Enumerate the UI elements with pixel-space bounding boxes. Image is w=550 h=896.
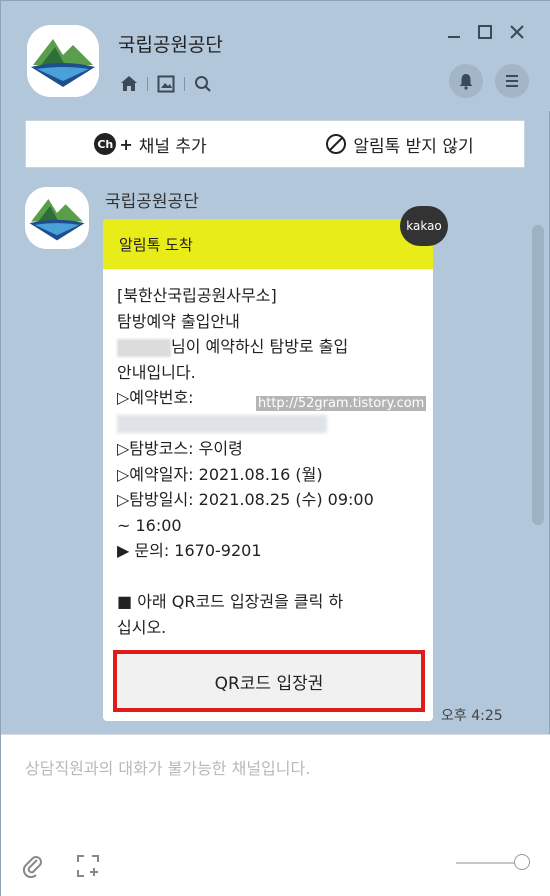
notification-bell-icon[interactable] — [449, 64, 483, 98]
channel-action-bar: Ch + 채널 추가 알림톡 받지 않기 — [25, 120, 525, 168]
message-line: ▶ 문의: 1670-9201 — [117, 541, 262, 560]
alert-message-bubble: 알림톡 도착 [북한산국립공원사무소] 탐방예약 출입안내 님이 예약하신 탐방… — [103, 219, 433, 721]
capture-icon[interactable] — [74, 852, 102, 880]
message-time: 오후 4:25 — [441, 708, 503, 724]
plus-icon: + — [119, 134, 133, 154]
block-alerts-label: 알림톡 받지 않기 — [353, 136, 474, 157]
menu-icon[interactable] — [495, 64, 529, 98]
message-line: ▷탐방일시: 2021.08.25 (수) 09:00 — [117, 490, 374, 509]
message-body: [북한산국립공원사무소] 탐방예약 출입안내 님이 예약하신 탐방로 출입 안내… — [103, 269, 433, 640]
kakao-badge: kakao — [400, 206, 448, 246]
message-line: [북한산국립공원사무소] — [117, 286, 277, 305]
redacted-reservation-number — [117, 415, 327, 433]
chat-scrollbar[interactable] — [532, 225, 544, 525]
message-line: 님이 예약하신 탐방로 출입 — [117, 334, 419, 360]
channel-icon: Ch — [94, 133, 117, 155]
add-channel-button[interactable]: Ch + 채널 추가 — [26, 132, 275, 157]
chat-window: 국립공원공단 Ch + 채널 추가 알림톡 받지 않기 국립공원공단 알림톡 도… — [0, 0, 550, 896]
close-icon[interactable] — [504, 19, 530, 45]
add-channel-label: 채널 추가 — [138, 136, 207, 157]
redacted-name — [117, 338, 171, 357]
channel-avatar[interactable] — [27, 25, 99, 97]
search-icon[interactable] — [188, 69, 218, 99]
input-area: 상담직원과의 대화가 불가능한 채널입니다. — [1, 734, 550, 896]
sender-avatar[interactable] — [25, 187, 89, 249]
chat-header: 국립공원공단 — [1, 1, 550, 111]
message-line: ▷탐방코스: 우이령 — [117, 439, 243, 458]
message-line: 탐방예약 출입안내 — [117, 311, 240, 331]
channel-title: 국립공원공단 — [118, 34, 223, 56]
block-icon — [326, 134, 347, 154]
minimize-icon[interactable] — [441, 19, 467, 45]
message-line: ~ 16:00 — [117, 515, 182, 535]
photo-album-icon[interactable] — [151, 69, 181, 99]
knps-logo-icon — [27, 25, 99, 97]
knps-logo-icon — [26, 187, 88, 249]
toolbar-divider — [147, 77, 148, 91]
header-toolbar — [114, 67, 218, 101]
message-line — [117, 411, 419, 437]
message-line: ■ 아래 QR코드 입장권을 클릭 하 — [117, 592, 344, 611]
opacity-slider-handle[interactable] — [514, 854, 530, 870]
qr-ticket-button[interactable]: QR코드 입장권 — [113, 650, 425, 712]
message-line: 십시오. — [117, 617, 167, 637]
home-icon[interactable] — [114, 69, 144, 99]
watermark: http://52gram.tistory.com — [256, 396, 427, 411]
chat-disabled-notice: 상담직원과의 대화가 불가능한 채널입니다. — [25, 759, 311, 778]
attachment-icon[interactable] — [19, 852, 47, 880]
maximize-icon[interactable] — [472, 19, 498, 45]
message-line: ▷예약일자: 2021.08.16 (월) — [117, 464, 323, 484]
sender-name: 국립공원공단 — [105, 192, 199, 212]
message-line: 안내입니다. — [117, 362, 196, 382]
block-alerts-button[interactable]: 알림톡 받지 않기 — [275, 132, 524, 157]
toolbar-divider — [184, 77, 185, 91]
alert-header: 알림톡 도착 — [103, 219, 433, 269]
